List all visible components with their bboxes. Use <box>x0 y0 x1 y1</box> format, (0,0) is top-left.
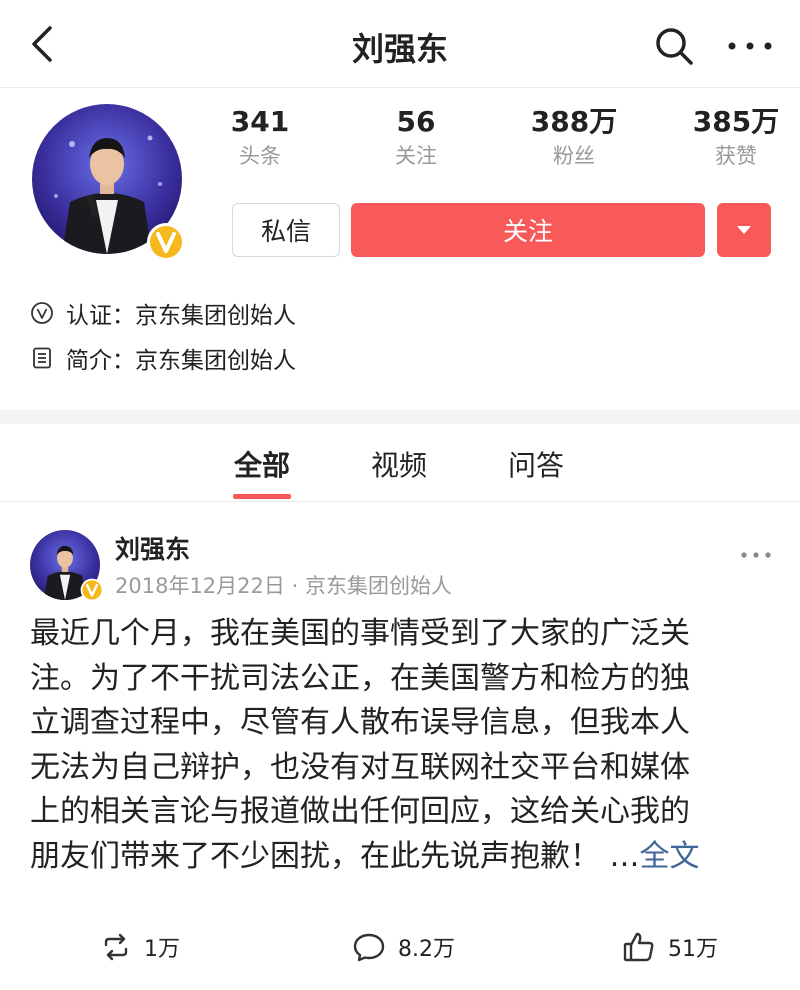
stat-following[interactable]: 56 关注 <box>356 104 476 172</box>
repost-button[interactable]: 1万 <box>100 925 180 969</box>
meta-separator: · <box>291 574 299 598</box>
post-body[interactable]: 最近几个月，我在美国的事情受到了大家的广泛关 注。为了不干扰司法公正，在美国警方… <box>30 612 775 879</box>
like-count: 51万 <box>668 937 718 962</box>
document-icon <box>33 347 51 369</box>
active-tab-indicator <box>233 494 291 499</box>
stat-label: 关注 <box>395 144 437 168</box>
stat-value: 341 <box>230 105 290 138</box>
follow-dropdown-button[interactable] <box>717 203 771 257</box>
repost-count: 1万 <box>144 937 180 962</box>
stat-value: 385万 <box>692 105 780 138</box>
bio-label: 简介： <box>66 348 135 374</box>
stat-value: 56 <box>396 105 436 138</box>
like-button[interactable]: 51万 <box>622 925 718 969</box>
post-more-button[interactable] <box>736 540 776 570</box>
thumbs-up-icon <box>623 932 654 962</box>
stat-headlines[interactable]: 341 头条 <box>200 104 320 172</box>
post-author-avatar[interactable] <box>30 530 104 602</box>
full-text-link[interactable]: 全文 <box>640 839 700 874</box>
follow-button[interactable]: 关注 <box>351 203 705 257</box>
more-dots-icon <box>741 552 771 558</box>
profile-avatar[interactable] <box>32 104 185 261</box>
post-meta: 2018年12月22日 · 京东集团创始人 <box>115 570 452 600</box>
post-text-line-last: 朋友们带来了不少困扰，在此先说声抱歉！ …全文 <box>30 835 775 880</box>
private-message-button[interactable]: 私信 <box>232 203 340 257</box>
stat-followers[interactable]: 388万 粉丝 <box>514 104 634 172</box>
section-divider <box>0 410 800 424</box>
stat-label: 头条 <box>239 144 281 168</box>
content-tabs: 全部 视频 问答 <box>0 424 800 502</box>
verified-badge-icon <box>80 578 104 602</box>
caret-down-icon <box>737 226 751 234</box>
search-icon <box>656 28 693 65</box>
verified-badge-icon <box>146 222 186 262</box>
stat-value: 388万 <box>530 105 618 138</box>
search-button[interactable] <box>652 24 696 68</box>
comment-button[interactable]: 8.2万 <box>352 925 455 969</box>
post-text-line: 注。为了不干扰司法公正，在美国警方和检方的独 <box>30 660 690 696</box>
top-nav-bar: 刘强东 <box>0 0 800 88</box>
post-date: 2018年12月22日 <box>115 574 285 598</box>
post-text-line: 无法为自己辩护，也没有对互联网社交平台和媒体 <box>30 749 690 785</box>
more-options-button[interactable] <box>722 24 778 68</box>
post-text-line: 朋友们带来了不少困扰，在此先说声抱歉！ … <box>30 838 640 874</box>
post-text-line: 上的相关言论与报道做出任何回应，这给关心我的 <box>30 794 690 829</box>
verification-value: 京东集团创始人 <box>135 303 296 329</box>
bio-value: 京东集团创始人 <box>135 348 296 374</box>
tab-video[interactable]: 视频 <box>371 444 427 484</box>
comment-icon <box>353 933 385 962</box>
tab-all[interactable]: 全部 <box>234 444 290 484</box>
comment-count: 8.2万 <box>398 937 455 962</box>
verification-label: 认证： <box>66 303 135 329</box>
post-text-line: 立调查过程中，尽管有人散布误导信息，但我本人 <box>30 705 690 740</box>
bio-row: 简介： 京东集团创始人 <box>30 341 296 375</box>
verification-row: 认证： 京东集团创始人 <box>30 296 296 330</box>
post-author-title: 京东集团创始人 <box>304 574 452 598</box>
post-author-name[interactable]: 刘强东 <box>115 530 190 566</box>
repost-icon <box>104 933 128 961</box>
tab-qa[interactable]: 问答 <box>508 444 564 484</box>
stat-label: 粉丝 <box>553 144 595 168</box>
stat-label: 获赞 <box>715 144 757 168</box>
more-dots-icon <box>728 42 772 50</box>
post-text-line: 最近几个月，我在美国的事情受到了大家的广泛关 <box>30 616 690 651</box>
verified-outline-icon <box>31 302 53 324</box>
stat-likes[interactable]: 385万 获赞 <box>676 104 796 172</box>
